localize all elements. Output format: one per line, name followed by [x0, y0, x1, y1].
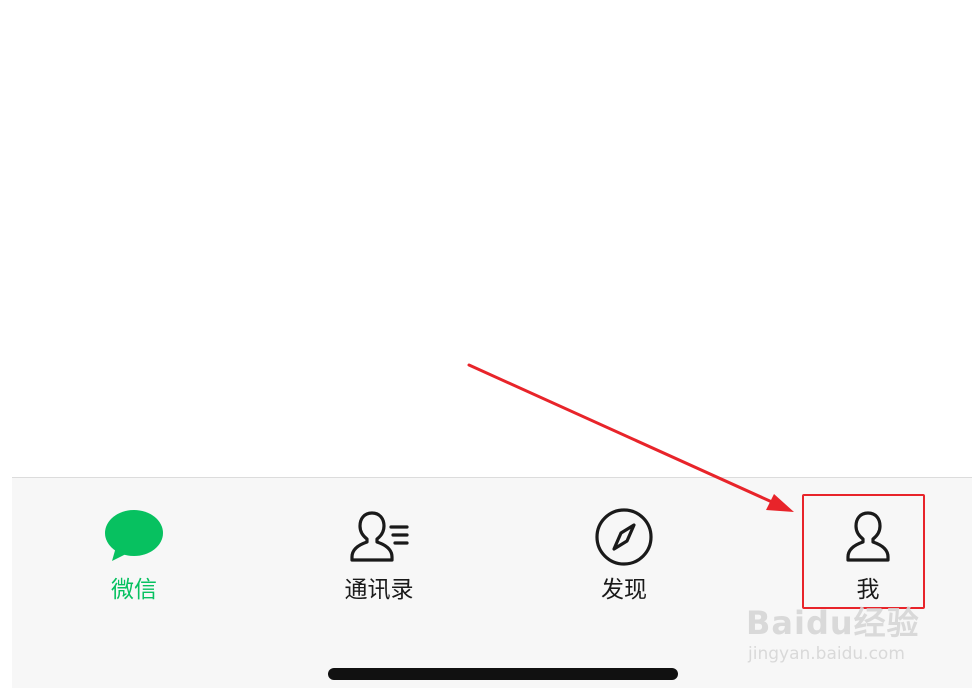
tab-discover[interactable]: 发现 [554, 503, 694, 603]
main-content-area [0, 0, 972, 477]
chat-bubble-icon [102, 507, 166, 567]
tab-contacts[interactable]: 通讯录 [309, 503, 449, 603]
tab-label-discover: 发现 [601, 577, 647, 603]
compass-icon [592, 507, 656, 567]
annotation-highlight-box [802, 494, 925, 609]
home-indicator[interactable] [328, 668, 678, 680]
contacts-icon [347, 507, 411, 567]
tab-label-contacts: 通讯录 [344, 577, 414, 603]
tab-chats[interactable]: 微信 [64, 503, 204, 603]
tab-label-chats: 微信 [111, 577, 157, 603]
